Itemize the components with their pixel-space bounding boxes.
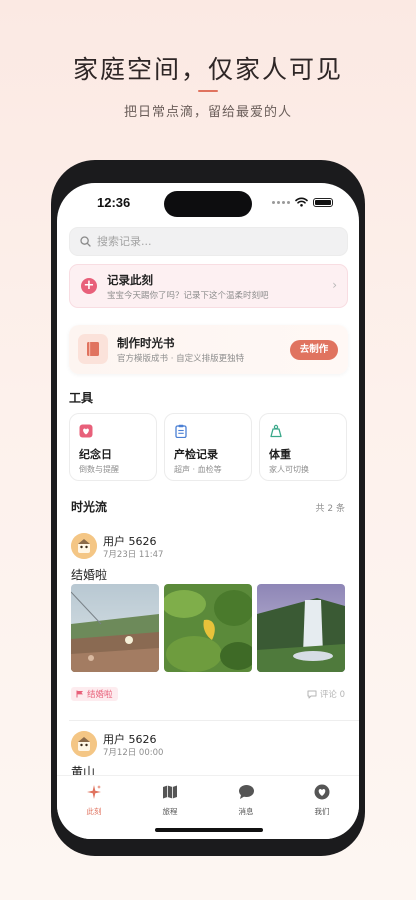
tools-title: 工具: [69, 391, 94, 405]
tab-label: 消息: [238, 807, 254, 816]
tool-subtitle: 超声 · 血检等: [174, 465, 222, 474]
tab-label: 我们: [314, 807, 330, 816]
headline-underline: [198, 90, 218, 92]
tab-label: 旅程: [162, 807, 178, 816]
comment-icon: [307, 690, 317, 698]
map-icon: [163, 785, 177, 799]
post-date: 7月23日 11:47: [103, 550, 164, 560]
timeline-count: 共 2 条: [315, 504, 345, 514]
tool-anniversary[interactable]: 纪念日 倒数与提醒: [69, 413, 157, 481]
search-icon: [80, 236, 91, 247]
app-screen: 12:36 + 记录此刻 宝宝今天踢你了吗？记录下这个温柔时刻吧 ›: [57, 183, 359, 839]
comment-button[interactable]: 评论 0: [307, 688, 345, 700]
flag-icon: [76, 690, 83, 698]
chevron-right-icon: ›: [332, 278, 337, 292]
post-user: 用户 5626: [103, 535, 157, 548]
post-divider: [69, 720, 359, 721]
tool-name: 体重: [269, 448, 291, 461]
search-bar[interactable]: [69, 227, 348, 256]
comment-count: 评论 0: [319, 690, 345, 700]
tool-prenatal-check[interactable]: 产检记录 超声 · 血检等: [164, 413, 252, 481]
tool-name: 产检记录: [174, 448, 218, 461]
battery-icon: [313, 197, 333, 207]
record-moment-card[interactable]: + 记录此刻 宝宝今天踢你了吗？记录下这个温柔时刻吧 ›: [69, 264, 348, 308]
phone-frame: 12:36 + 记录此刻 宝宝今天踢你了吗？记录下这个温柔时刻吧 ›: [51, 160, 365, 856]
signal-icon: [272, 200, 290, 204]
post-user: 用户 5626: [103, 733, 157, 746]
post-tag[interactable]: 结婚啦: [71, 687, 118, 701]
avatar[interactable]: [71, 533, 97, 559]
heart-icon: [79, 424, 93, 438]
record-subtitle: 宝宝今天踢你了吗？记录下这个温柔时刻吧: [107, 291, 269, 301]
waterfall-photo[interactable]: [257, 584, 345, 672]
tab-moment[interactable]: 此刻: [69, 784, 119, 817]
chat-icon: [238, 785, 254, 799]
tool-subtitle: 倒数与提醒: [79, 465, 119, 474]
home-indicator: [155, 828, 263, 832]
status-time: 12:36: [97, 195, 131, 210]
tab-journey[interactable]: 旅程: [145, 784, 195, 817]
search-input[interactable]: [97, 235, 317, 248]
book-title: 制作时光书: [117, 336, 175, 350]
status-icons: [272, 197, 333, 207]
avatar[interactable]: [71, 731, 97, 757]
plus-icon: +: [81, 278, 97, 294]
wifi-icon: [295, 197, 308, 207]
book-subtitle: 官方模版成书 · 自定义排版更独特: [117, 354, 245, 364]
timeline-title: 时光流: [71, 500, 108, 514]
promo-subheadline: 把日常点滴，留给最爱的人: [123, 105, 292, 120]
post-tag-label: 结婚啦: [87, 690, 113, 700]
tool-weight[interactable]: 体重 家人可切换: [259, 413, 347, 481]
promo-headline: 家庭空间，仅家人可见: [72, 55, 343, 84]
tab-us[interactable]: 我们: [297, 784, 347, 817]
tool-name: 纪念日: [79, 448, 112, 461]
coastal-flowers-photo[interactable]: [71, 584, 159, 672]
post-date: 7月12日 00:00: [103, 748, 164, 758]
sparkle-icon: [87, 785, 101, 799]
scale-icon: [270, 424, 282, 438]
book-icon: [78, 334, 108, 364]
record-title: 记录此刻: [107, 273, 153, 287]
make-book-button[interactable]: 去制作: [290, 340, 338, 360]
dynamic-island: [164, 191, 252, 217]
time-book-card[interactable]: 制作时光书 官方模版成书 · 自定义排版更独特 去制作: [69, 325, 348, 374]
heart-icon: [314, 784, 330, 800]
post-text: 结婚啦: [71, 568, 108, 582]
tab-messages[interactable]: 消息: [221, 784, 271, 817]
clipboard-icon: [175, 424, 187, 438]
tab-label: 此刻: [86, 807, 102, 816]
yellow-leaf-photo[interactable]: [164, 584, 252, 672]
tool-subtitle: 家人可切换: [269, 465, 309, 474]
